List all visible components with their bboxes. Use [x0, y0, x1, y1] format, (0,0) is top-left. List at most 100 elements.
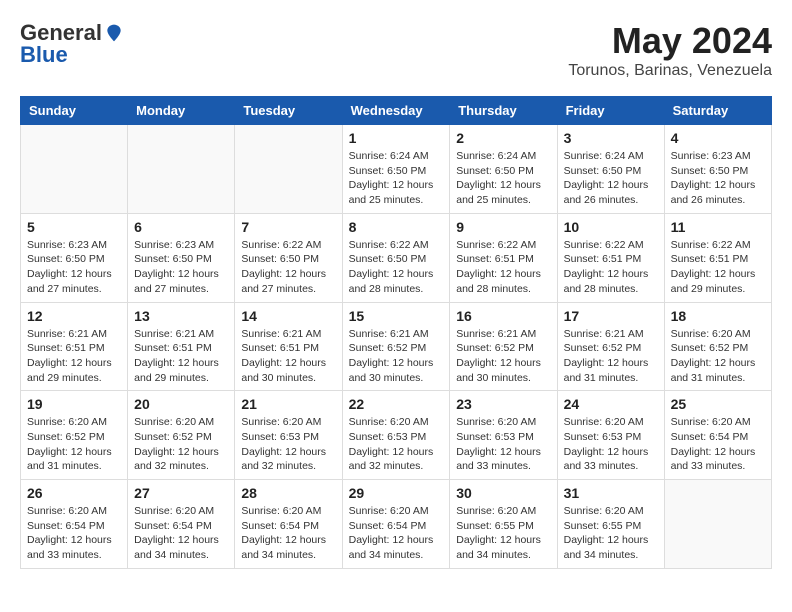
day-number: 1 [349, 130, 444, 146]
weekday-header-wednesday: Wednesday [342, 97, 450, 125]
day-number: 6 [134, 219, 228, 235]
day-info: Sunrise: 6:24 AM Sunset: 6:50 PM Dayligh… [349, 149, 444, 208]
day-info: Sunrise: 6:22 AM Sunset: 6:51 PM Dayligh… [564, 238, 658, 297]
calendar-cell: 11 Sunrise: 6:22 AM Sunset: 6:51 PM Dayli… [664, 213, 771, 302]
day-number: 23 [456, 396, 550, 412]
day-number: 11 [671, 219, 765, 235]
calendar-cell: 22 Sunrise: 6:20 AM Sunset: 6:53 PM Dayli… [342, 391, 450, 480]
day-number: 7 [241, 219, 335, 235]
day-info: Sunrise: 6:20 AM Sunset: 6:52 PM Dayligh… [134, 415, 228, 474]
day-number: 3 [564, 130, 658, 146]
day-info: Sunrise: 6:23 AM Sunset: 6:50 PM Dayligh… [27, 238, 121, 297]
calendar-cell: 17 Sunrise: 6:21 AM Sunset: 6:52 PM Dayli… [557, 302, 664, 391]
calendar-cell: 16Sunrise: 6:21 AM Sunset: 6:52 PM Dayli… [450, 302, 557, 391]
day-info: Sunrise: 6:20 AM Sunset: 6:55 PM Dayligh… [456, 504, 550, 563]
day-info: Sunrise: 6:22 AM Sunset: 6:50 PM Dayligh… [241, 238, 335, 297]
calendar-cell: 4 Sunrise: 6:23 AM Sunset: 6:50 PM Daylig… [664, 125, 771, 214]
day-info: Sunrise: 6:20 AM Sunset: 6:54 PM Dayligh… [134, 504, 228, 563]
weekday-header-friday: Friday [557, 97, 664, 125]
logo-icon [104, 23, 124, 43]
calendar-cell: 23 Sunrise: 6:20 AM Sunset: 6:53 PM Dayli… [450, 391, 557, 480]
calendar-cell: 13 Sunrise: 6:21 AM Sunset: 6:51 PM Dayli… [128, 302, 235, 391]
day-info: Sunrise: 6:22 AM Sunset: 6:50 PM Dayligh… [349, 238, 444, 297]
week-row-2: 5 Sunrise: 6:23 AM Sunset: 6:50 PM Daylig… [21, 213, 772, 302]
day-number: 2 [456, 130, 550, 146]
day-number: 31 [564, 485, 658, 501]
calendar-cell [235, 125, 342, 214]
day-info: Sunrise: 6:20 AM Sunset: 6:55 PM Dayligh… [564, 504, 658, 563]
calendar-cell [128, 125, 235, 214]
calendar-cell: 25Sunrise: 6:20 AM Sunset: 6:54 PM Dayli… [664, 391, 771, 480]
day-number: 20 [134, 396, 228, 412]
location-subtitle: Torunos, Barinas, Venezuela [568, 62, 772, 80]
day-number: 21 [241, 396, 335, 412]
calendar-cell: 18Sunrise: 6:20 AM Sunset: 6:52 PM Dayli… [664, 302, 771, 391]
calendar-cell: 26 Sunrise: 6:20 AM Sunset: 6:54 PM Dayli… [21, 480, 128, 569]
day-number: 15 [349, 308, 444, 324]
day-info: Sunrise: 6:20 AM Sunset: 6:54 PM Dayligh… [349, 504, 444, 563]
day-number: 14 [241, 308, 335, 324]
calendar-cell: 10Sunrise: 6:22 AM Sunset: 6:51 PM Dayli… [557, 213, 664, 302]
day-info: Sunrise: 6:24 AM Sunset: 6:50 PM Dayligh… [456, 149, 550, 208]
weekday-header-saturday: Saturday [664, 97, 771, 125]
page-header: General Blue May 2024 Torunos, Barinas, … [20, 20, 772, 80]
day-info: Sunrise: 6:20 AM Sunset: 6:53 PM Dayligh… [241, 415, 335, 474]
logo: General Blue [20, 20, 124, 68]
calendar-cell: 3 Sunrise: 6:24 AM Sunset: 6:50 PM Daylig… [557, 125, 664, 214]
day-info: Sunrise: 6:23 AM Sunset: 6:50 PM Dayligh… [671, 149, 765, 208]
calendar-cell: 21 Sunrise: 6:20 AM Sunset: 6:53 PM Dayli… [235, 391, 342, 480]
day-number: 29 [349, 485, 444, 501]
day-number: 13 [134, 308, 228, 324]
calendar-cell [21, 125, 128, 214]
weekday-header-tuesday: Tuesday [235, 97, 342, 125]
week-row-3: 12 Sunrise: 6:21 AM Sunset: 6:51 PM Dayli… [21, 302, 772, 391]
day-number: 26 [27, 485, 121, 501]
calendar-cell: 7 Sunrise: 6:22 AM Sunset: 6:50 PM Daylig… [235, 213, 342, 302]
title-area: May 2024 Torunos, Barinas, Venezuela [568, 20, 772, 80]
day-number: 12 [27, 308, 121, 324]
calendar-cell: 31 Sunrise: 6:20 AM Sunset: 6:55 PM Dayli… [557, 480, 664, 569]
calendar-cell: 14Sunrise: 6:21 AM Sunset: 6:51 PM Dayli… [235, 302, 342, 391]
logo-blue: Blue [20, 42, 68, 67]
month-year-title: May 2024 [568, 20, 772, 62]
calendar-cell: 20 Sunrise: 6:20 AM Sunset: 6:52 PM Dayli… [128, 391, 235, 480]
day-info: Sunrise: 6:20 AM Sunset: 6:53 PM Dayligh… [349, 415, 444, 474]
day-number: 4 [671, 130, 765, 146]
calendar-cell: 2 Sunrise: 6:24 AM Sunset: 6:50 PM Daylig… [450, 125, 557, 214]
calendar-cell: 29 Sunrise: 6:20 AM Sunset: 6:54 PM Dayli… [342, 480, 450, 569]
calendar-cell: 19 Sunrise: 6:20 AM Sunset: 6:52 PM Dayli… [21, 391, 128, 480]
day-number: 27 [134, 485, 228, 501]
calendar-table: SundayMondayTuesdayWednesdayThursdayFrid… [20, 96, 772, 569]
calendar-cell: 8 Sunrise: 6:22 AM Sunset: 6:50 PM Daylig… [342, 213, 450, 302]
day-number: 22 [349, 396, 444, 412]
day-info: Sunrise: 6:20 AM Sunset: 6:52 PM Dayligh… [671, 327, 765, 386]
day-info: Sunrise: 6:24 AM Sunset: 6:50 PM Dayligh… [564, 149, 658, 208]
day-info: Sunrise: 6:20 AM Sunset: 6:52 PM Dayligh… [27, 415, 121, 474]
day-number: 25 [671, 396, 765, 412]
day-info: Sunrise: 6:22 AM Sunset: 6:51 PM Dayligh… [456, 238, 550, 297]
calendar-cell: 5 Sunrise: 6:23 AM Sunset: 6:50 PM Daylig… [21, 213, 128, 302]
day-info: Sunrise: 6:22 AM Sunset: 6:51 PM Dayligh… [671, 238, 765, 297]
calendar-cell [664, 480, 771, 569]
calendar-cell: 27 Sunrise: 6:20 AM Sunset: 6:54 PM Dayli… [128, 480, 235, 569]
weekday-header-monday: Monday [128, 97, 235, 125]
day-number: 17 [564, 308, 658, 324]
day-number: 5 [27, 219, 121, 235]
calendar-cell: 9 Sunrise: 6:22 AM Sunset: 6:51 PM Daylig… [450, 213, 557, 302]
week-row-1: 1 Sunrise: 6:24 AM Sunset: 6:50 PM Daylig… [21, 125, 772, 214]
day-number: 28 [241, 485, 335, 501]
day-info: Sunrise: 6:21 AM Sunset: 6:51 PM Dayligh… [134, 327, 228, 386]
day-info: Sunrise: 6:20 AM Sunset: 6:54 PM Dayligh… [27, 504, 121, 563]
week-row-4: 19 Sunrise: 6:20 AM Sunset: 6:52 PM Dayli… [21, 391, 772, 480]
day-number: 16 [456, 308, 550, 324]
calendar-cell: 30Sunrise: 6:20 AM Sunset: 6:55 PM Dayli… [450, 480, 557, 569]
day-number: 8 [349, 219, 444, 235]
weekday-header-sunday: Sunday [21, 97, 128, 125]
calendar-cell: 6Sunrise: 6:23 AM Sunset: 6:50 PM Daylig… [128, 213, 235, 302]
day-info: Sunrise: 6:20 AM Sunset: 6:53 PM Dayligh… [564, 415, 658, 474]
day-number: 19 [27, 396, 121, 412]
day-number: 9 [456, 219, 550, 235]
weekday-header-thursday: Thursday [450, 97, 557, 125]
day-info: Sunrise: 6:20 AM Sunset: 6:53 PM Dayligh… [456, 415, 550, 474]
day-info: Sunrise: 6:21 AM Sunset: 6:52 PM Dayligh… [564, 327, 658, 386]
